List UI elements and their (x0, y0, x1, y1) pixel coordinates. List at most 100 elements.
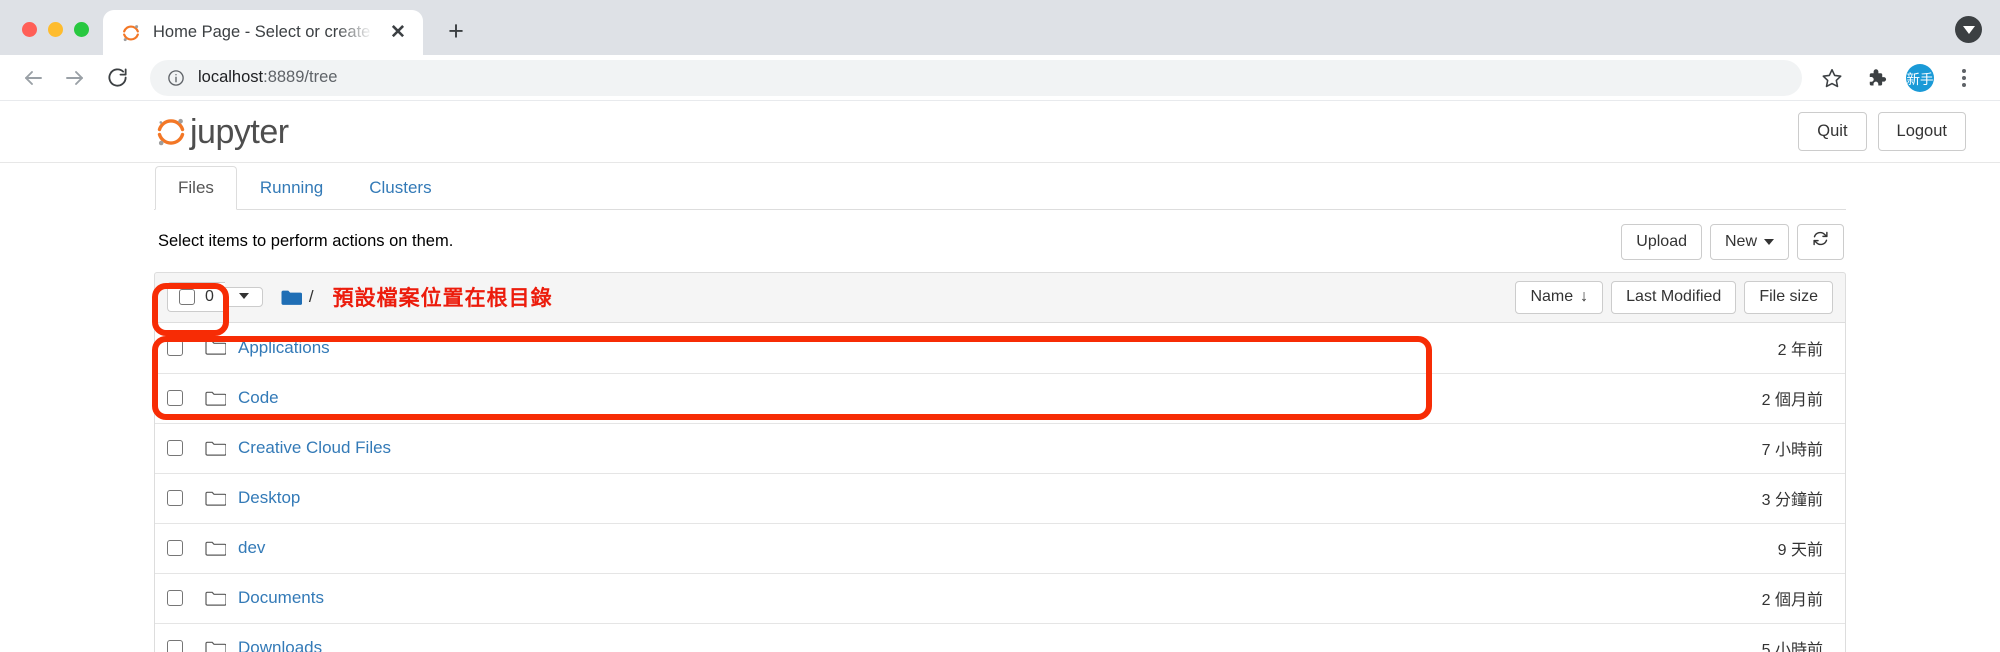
table-row[interactable]: Desktop 3 分鐘前 (155, 472, 1845, 523)
row-checkbox[interactable] (167, 590, 183, 607)
address-host: localhost (198, 68, 264, 86)
table-row[interactable]: Applications 2 年前 (155, 323, 1845, 373)
file-modified: 5 小時前 (1761, 642, 1823, 652)
browser-tab[interactable]: Home Page - Select or create a ✕ (103, 10, 423, 55)
jupyter-logo[interactable]: jupyter (154, 115, 289, 149)
folder-icon (205, 440, 227, 457)
address-bar[interactable]: localhost:8889/tree (150, 59, 1802, 96)
chevron-down-icon (1764, 238, 1774, 245)
upload-button[interactable]: Upload (1621, 224, 1702, 260)
file-modified: 2 個月前 (1761, 392, 1823, 410)
folder-icon (205, 390, 227, 407)
row-checkbox[interactable] (167, 440, 183, 457)
file-name[interactable]: Code (238, 388, 279, 408)
profile-initials: 新手 (1906, 63, 1934, 92)
forward-arrow-icon[interactable] (54, 57, 96, 99)
file-list: Applications 2 年前 Code 2 個月前 Creative Cl… (154, 322, 1846, 652)
file-name[interactable]: Desktop (238, 488, 300, 508)
reload-icon[interactable] (96, 57, 138, 99)
breadcrumb-separator: / (308, 287, 314, 307)
breadcrumb-annotation: 預設檔案位置在根目錄 (332, 287, 553, 311)
chevron-down-icon[interactable] (1955, 16, 1982, 43)
puzzle-piece-icon[interactable] (1856, 58, 1896, 98)
jupyter-logo-text: jupyter (190, 112, 289, 151)
sort-by-name-button[interactable]: Name ↓ (1515, 280, 1604, 314)
file-modified: 7 小時前 (1761, 442, 1823, 460)
notification-bar: Select items to perform actions on them.… (154, 210, 1846, 272)
browser-window: Home Page - Select or create a ✕ + local… (0, 0, 2000, 652)
table-row[interactable]: Creative Cloud Files 7 小時前 (155, 422, 1845, 473)
row-checkbox[interactable] (167, 339, 183, 356)
file-name[interactable]: Downloads (238, 638, 322, 652)
arrow-down-icon: ↓ (1580, 287, 1589, 305)
row-checkbox[interactable] (167, 390, 183, 407)
sort-controls: Name ↓ Last Modified File size (1515, 280, 1833, 314)
file-name[interactable]: Creative Cloud Files (238, 438, 391, 458)
new-dropdown-button[interactable]: New (1709, 224, 1789, 260)
row-checkbox[interactable] (167, 490, 183, 507)
selected-count: 0 (205, 288, 214, 306)
folder-icon (205, 339, 227, 356)
table-row[interactable]: Code 2 個月前 (155, 372, 1845, 423)
back-arrow-icon[interactable] (12, 57, 54, 99)
folder-icon (205, 640, 227, 652)
browser-tab-title: Home Page - Select or create a (153, 23, 375, 41)
folder-icon (205, 590, 227, 607)
jupyter-logo-icon (154, 115, 188, 149)
address-bar-url: localhost:8889/tree (198, 68, 337, 87)
jupyter-tab-bar: Files Running Clusters (154, 163, 1846, 210)
notification-text: Select items to perform actions on them. (158, 232, 454, 251)
new-dropdown-label: New (1724, 232, 1757, 250)
jupyter-favicon-icon (121, 23, 141, 43)
breadcrumb: / 預設檔案位置在根目錄 (281, 282, 553, 312)
logout-button[interactable]: Logout (1877, 112, 1966, 151)
jupyter-body: Files Running Clusters Select items to p… (0, 163, 2000, 652)
refresh-button[interactable] (1797, 224, 1844, 260)
select-all-control: 0 (167, 282, 263, 313)
close-window-button[interactable] (22, 22, 37, 37)
window-traffic-lights (14, 22, 103, 55)
jupyter-header: jupyter Quit Logout (0, 101, 2000, 163)
info-circle-icon[interactable] (166, 68, 186, 88)
star-icon[interactable] (1812, 58, 1852, 98)
chevron-down-icon (238, 293, 249, 300)
tab-strip-right-controls (1955, 16, 1982, 43)
tab-running[interactable]: Running (237, 166, 346, 210)
kebab-menu-icon[interactable] (1944, 58, 1984, 98)
row-checkbox[interactable] (167, 540, 183, 557)
file-name[interactable]: Applications (238, 338, 330, 358)
avatar[interactable]: 新手 (1900, 58, 1940, 98)
close-tab-button[interactable]: ✕ (387, 22, 409, 44)
table-row[interactable]: Documents 2 個月前 (155, 572, 1845, 623)
select-all-checkbox-wrap[interactable]: 0 (167, 282, 225, 313)
file-modified: 3 分鐘前 (1761, 492, 1823, 510)
sort-by-last-modified-button[interactable]: Last Modified (1611, 280, 1737, 314)
file-modified: 9 天前 (1777, 542, 1823, 560)
tab-files[interactable]: Files (155, 165, 237, 210)
new-tab-button[interactable]: + (435, 10, 477, 52)
toolbar-right-controls: 新手 (1812, 58, 1984, 98)
file-modified: 2 個月前 (1761, 592, 1823, 610)
table-row[interactable]: Downloads 5 小時前 (155, 622, 1845, 652)
file-name[interactable]: Documents (238, 588, 324, 608)
tab-clusters[interactable]: Clusters (346, 166, 454, 210)
folder-icon (205, 540, 227, 557)
folder-icon[interactable] (281, 289, 303, 306)
quit-button[interactable]: Quit (1798, 112, 1867, 151)
sort-name-label: Name (1530, 287, 1574, 305)
refresh-icon (1812, 230, 1829, 254)
file-list-header: 0 / 預設檔案位置在根目錄 Name ↓ Last Modified File… (154, 271, 1846, 323)
browser-toolbar: localhost:8889/tree 新手 (0, 55, 2000, 101)
table-row[interactable]: dev 9 天前 (155, 522, 1845, 573)
jupyter-header-actions: Quit Logout (1798, 112, 1966, 151)
minimize-window-button[interactable] (48, 22, 63, 37)
select-all-checkbox[interactable] (179, 289, 195, 306)
file-modified: 2 年前 (1777, 341, 1823, 359)
select-all-dropdown-button[interactable] (224, 287, 263, 308)
row-checkbox[interactable] (167, 640, 183, 652)
sort-by-file-size-button[interactable]: File size (1744, 280, 1833, 314)
maximize-window-button[interactable] (74, 22, 89, 37)
file-actions: Upload New (1621, 224, 1844, 260)
browser-tab-strip: Home Page - Select or create a ✕ + (0, 0, 2000, 55)
file-name[interactable]: dev (238, 538, 265, 558)
